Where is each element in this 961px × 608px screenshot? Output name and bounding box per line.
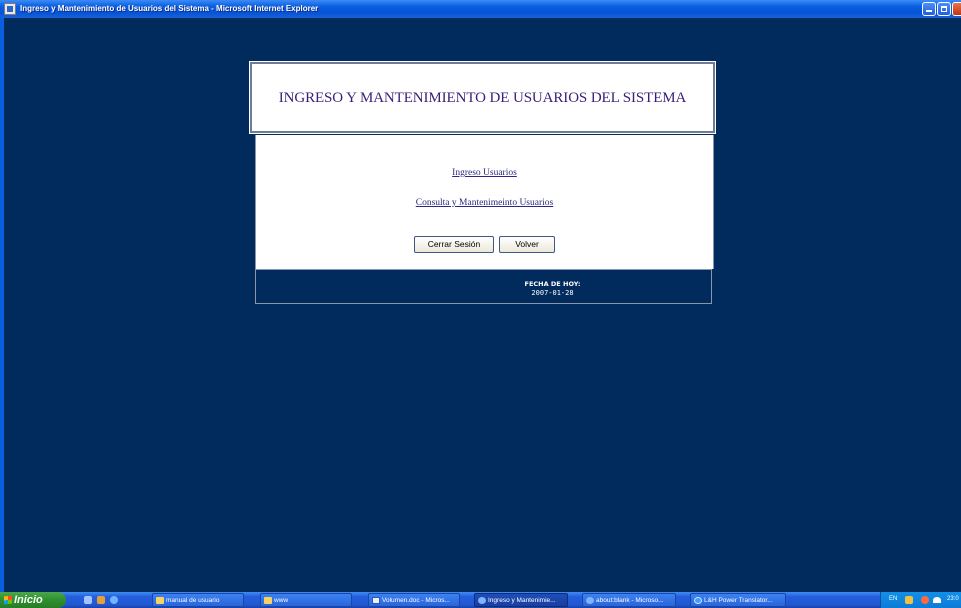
task-ingreso-mantenimiento[interactable]: Ingreso y Mantenimie... (474, 593, 568, 607)
clock: 23:0 (947, 596, 959, 602)
start-button[interactable]: Inicio (0, 592, 66, 608)
help-icon[interactable] (905, 596, 913, 604)
task-www[interactable]: www (260, 593, 352, 607)
cerrar-sesion-button[interactable]: Cerrar Sesión (414, 236, 494, 253)
word-document-icon (372, 597, 380, 604)
volver-button[interactable]: Volver (499, 236, 555, 253)
task-volumen-doc[interactable]: Volumen.doc - Micros... (368, 593, 460, 607)
close-icon[interactable] (952, 2, 961, 16)
task-power-translator[interactable]: L&H Power Translator... (690, 593, 786, 607)
task-label: Ingreso y Mantenimie... (488, 597, 556, 604)
task-manual-usuario[interactable]: manual de usuario (152, 593, 244, 607)
page-title: INGRESO Y MANTENIMIENTO DE USUARIOS DEL … (278, 90, 687, 106)
task-label: manual de usuario (166, 597, 220, 604)
date-footer: FECHA DE HOY: 2007-01-28 (255, 269, 712, 304)
minimize-icon[interactable] (922, 2, 936, 16)
fecha-label: FECHA DE HOY: (524, 280, 581, 288)
taskbar: Inicio manual de usuario www Volumen.doc… (0, 592, 961, 608)
globe-icon (694, 597, 702, 604)
ie-window-icon[interactable] (4, 3, 16, 15)
maximize-icon[interactable] (937, 2, 951, 16)
start-label: Inicio (14, 594, 43, 606)
ie-quicklaunch-icon[interactable] (110, 596, 118, 604)
folder-icon (264, 597, 272, 604)
volume-icon[interactable] (933, 597, 941, 603)
task-label: Volumen.doc - Micros... (382, 597, 450, 604)
system-tray: EN 23:0 (880, 592, 961, 608)
ie-icon (478, 597, 486, 604)
title-bar[interactable]: Ingreso y Mantenimiento de Usuarios del … (0, 0, 961, 18)
browser-window: Ingreso y Mantenimiento de Usuarios del … (0, 0, 961, 592)
media-icon[interactable] (97, 596, 105, 604)
show-desktop-icon[interactable] (84, 596, 92, 604)
folder-icon (156, 597, 164, 604)
task-label: www (274, 597, 289, 604)
network-icon[interactable] (921, 596, 929, 604)
consulta-mantenimiento-link[interactable]: Consulta y Mantenimeinto Usuarios (256, 198, 713, 208)
task-about-blank[interactable]: about:blank - Microso... (582, 593, 676, 607)
ie-icon (586, 597, 594, 604)
language-indicator[interactable]: EN (889, 596, 897, 602)
ingreso-usuarios-link[interactable]: Ingreso Usuarios (256, 168, 713, 178)
windows-logo-icon (4, 595, 12, 605)
fecha-value: 2007-01-28 (531, 289, 574, 297)
task-label: about:blank - Microso... (596, 597, 664, 604)
window-title: Ingreso y Mantenimiento de Usuarios del … (20, 4, 319, 13)
task-label: L&H Power Translator... (704, 597, 773, 604)
menu-panel: Ingreso Usuarios Consulta y Mantenimeint… (255, 135, 714, 269)
header-panel: INGRESO Y MANTENIMIENTO DE USUARIOS DEL … (249, 61, 716, 134)
